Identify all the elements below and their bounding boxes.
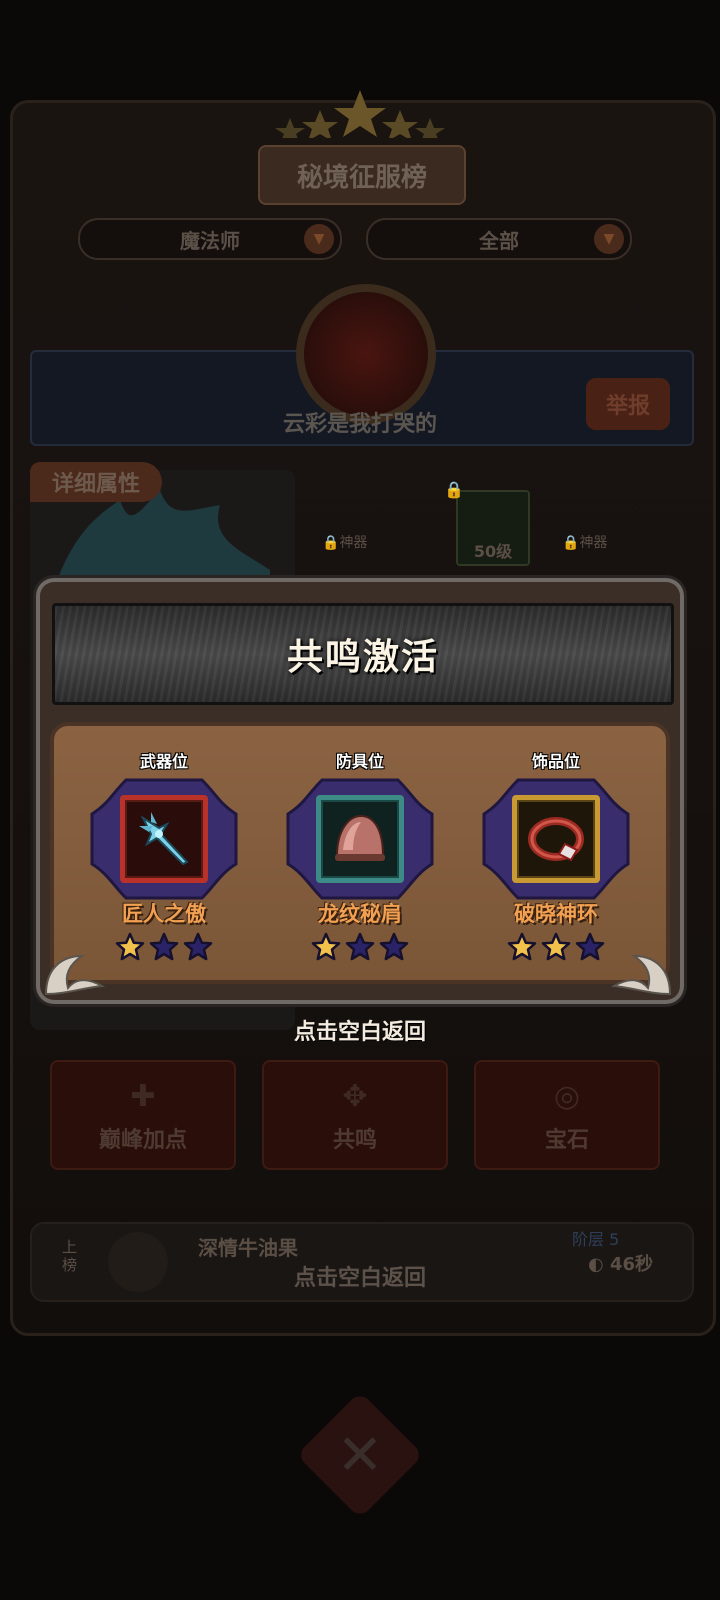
star-empty-icon [149, 932, 179, 961]
rank-tier: 阶层 5 [572, 1230, 620, 1249]
weapon-slot-frame [86, 774, 242, 904]
report-button[interactable]: 举报 [586, 378, 670, 430]
accessory-slot-frame [478, 774, 634, 904]
gem-label: 宝石 [544, 1128, 589, 1153]
armor-slot-label: 防具位 [335, 752, 384, 771]
star-empty-icon [345, 932, 375, 961]
lock-icon: 🔒 [562, 535, 580, 551]
slot-tag-left: 🔒神器 [322, 532, 367, 552]
slot-tag-left-label: 神器 [339, 535, 368, 551]
shoulder-armor-icon [335, 814, 385, 861]
armor-slot[interactable]: 防具位 龙纹秘肩 [280, 748, 440, 962]
class-filter-value: 魔法师 [180, 228, 240, 253]
weapon-slot-label: 武器位 [139, 752, 188, 771]
chevron-down-icon: ▼ [594, 224, 624, 254]
armor-item-box[interactable] [316, 795, 404, 883]
back-hint[interactable]: 点击空白返回 [0, 1014, 720, 1046]
plus-icon: ✚ [130, 1079, 156, 1114]
gem-button[interactable]: ◎ 宝石 [474, 1060, 660, 1170]
peak-points-button[interactable]: ✚ 巅峰加点 [50, 1060, 236, 1170]
class-filter-dropdown[interactable]: 魔法师 ▼ [78, 218, 342, 260]
lock-icon: 🔒 [322, 535, 340, 551]
ranking-title: 秘境征服榜 [258, 145, 466, 205]
resonance-icon: ✥ [342, 1079, 368, 1114]
star-empty-icon [379, 932, 409, 961]
lock-icon: 🔒 [444, 480, 464, 499]
slot-tag-right-label: 神器 [579, 535, 608, 551]
rank-player-name: 深情牛油果 [198, 1236, 298, 1260]
detail-attributes-tab[interactable]: 详细属性 [30, 462, 162, 502]
resonance-button[interactable]: ✥ 共鸣 [262, 1060, 448, 1170]
star-filled-icon [311, 932, 341, 961]
chevron-down-icon: ▼ [304, 224, 334, 254]
close-button[interactable]: ✕ [296, 1391, 424, 1519]
back-hint-background[interactable]: 点击空白返回 [0, 1260, 720, 1292]
slot-tag-right: 🔒神器 [562, 532, 607, 552]
star-filled-icon [115, 932, 145, 961]
accessory-slot[interactable]: 饰品位 破晓神环 [476, 748, 636, 962]
equipment-slot-top[interactable]: 🔒 50级 [444, 480, 530, 566]
scope-filter-dropdown[interactable]: 全部 ▼ [366, 218, 632, 260]
bracelet-icon [528, 817, 584, 862]
armor-star-rating [311, 932, 409, 962]
slot-level-badge: 50级 [473, 542, 513, 561]
popup-header: 共鸣激活 [52, 603, 674, 705]
accessory-item-box[interactable] [512, 795, 600, 883]
scope-filter-value: 全部 [479, 228, 519, 253]
popup-title: 共鸣激活 [286, 637, 439, 678]
close-icon: ✕ [336, 1422, 384, 1488]
dagger-icon [139, 812, 189, 866]
armor-slot-frame [282, 774, 438, 904]
peak-points-label: 巅峰加点 [98, 1128, 187, 1153]
accessory-star-rating [507, 932, 605, 962]
weapon-star-rating [115, 932, 213, 962]
star-empty-icon [183, 932, 213, 961]
rank-stars-decoration [275, 90, 445, 138]
resonance-label: 共鸣 [332, 1128, 377, 1153]
accessory-slot-label: 饰品位 [531, 752, 580, 771]
star-filled-icon [541, 932, 571, 961]
gem-icon: ◎ [553, 1079, 581, 1114]
player-avatar[interactable] [296, 284, 436, 424]
weapon-slot[interactable]: 武器位 匠人之傲 [84, 748, 244, 962]
star-empty-icon [575, 932, 605, 961]
weapon-item-box[interactable] [120, 795, 208, 883]
star-filled-icon [507, 932, 537, 961]
